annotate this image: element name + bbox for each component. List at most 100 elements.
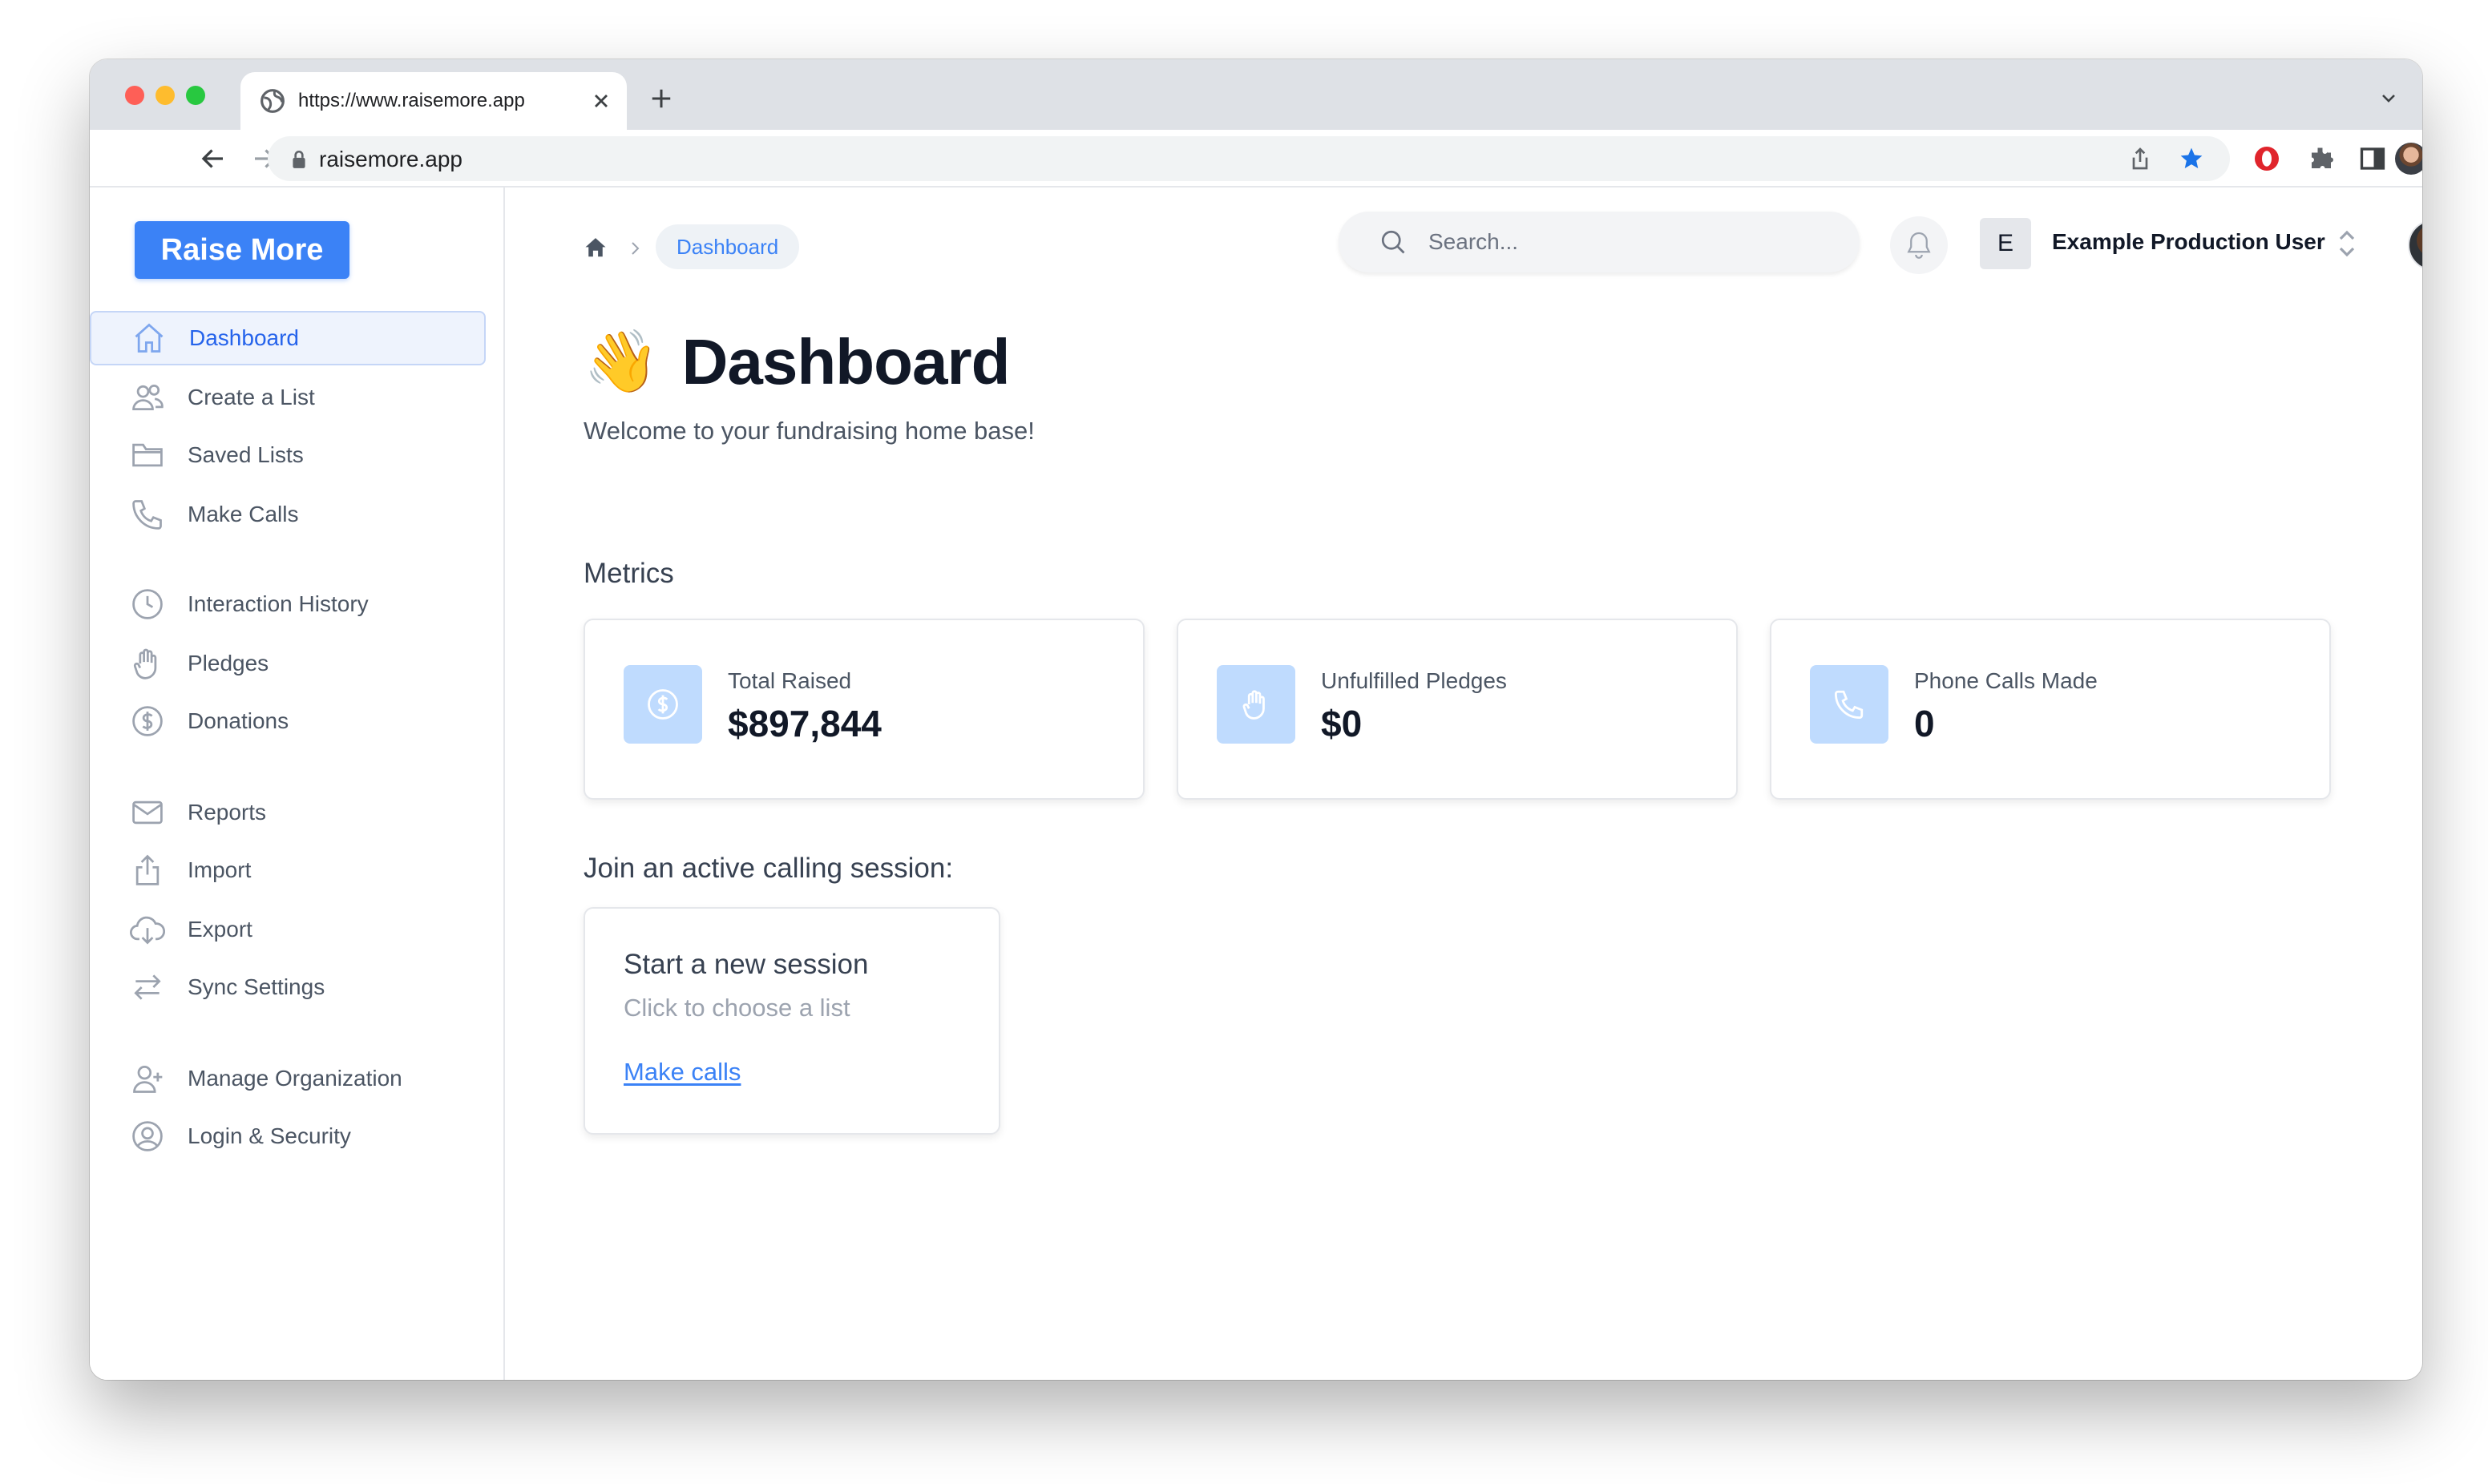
sidebar-item-label: Manage Organization	[188, 1066, 402, 1091]
users-icon	[132, 384, 164, 411]
tab-title: https://www.raisemore.app	[298, 90, 525, 111]
page-subtitle: Welcome to your fundraising home base!	[584, 417, 1035, 445]
lock-icon	[293, 150, 305, 168]
clock-icon	[132, 589, 163, 619]
sidebar-item-label: Reports	[188, 800, 267, 825]
sidebar-item-label: Dashboard	[189, 325, 299, 350]
sidebar-item-interaction-history[interactable]: Interaction History	[90, 577, 486, 631]
phone-icon	[1834, 690, 1864, 720]
metric-label: Total Raised	[728, 668, 852, 693]
notifications-button[interactable]	[1890, 216, 1948, 274]
chevron-right-icon	[632, 242, 640, 255]
metrics-heading: Metrics	[584, 558, 674, 589]
metric-icon-box	[1217, 665, 1295, 744]
dollar-circle-icon	[132, 706, 163, 736]
mail-icon	[132, 800, 163, 825]
sidebar-item-dashboard[interactable]: Dashboard	[90, 311, 486, 365]
sidebar-item-label: Import	[188, 857, 252, 882]
sidebar-item-label: Make Calls	[188, 502, 299, 526]
search-bar[interactable]	[1339, 212, 1860, 272]
org-switcher-name[interactable]: Example Production User	[2052, 229, 2325, 255]
user-plus-icon	[133, 1065, 163, 1093]
bookmark-star-icon[interactable]	[2179, 146, 2204, 171]
session-card-subtitle: Click to choose a list	[624, 994, 850, 1022]
breadcrumb-current[interactable]: Dashboard	[656, 224, 800, 269]
hand-icon	[1242, 690, 1265, 720]
sidebar-item-label: Donations	[188, 708, 289, 733]
sidebar-item-label: Interaction History	[188, 591, 369, 616]
browser-toolbar: raisemore.app	[90, 130, 2422, 188]
upload-icon	[135, 854, 160, 885]
chevron-up-down-icon[interactable]	[2337, 228, 2357, 260]
back-arrow-icon[interactable]	[199, 144, 228, 173]
metric-value: $897,844	[728, 703, 882, 744]
phone-icon	[132, 500, 162, 530]
side-panel-icon[interactable]	[2358, 144, 2387, 173]
maximize-window-button[interactable]	[186, 86, 205, 105]
sidebar-item-saved-lists[interactable]: Saved Lists	[90, 428, 486, 482]
sidebar-item-label: Export	[188, 917, 252, 942]
share-icon[interactable]	[2127, 146, 2153, 171]
bell-icon	[1907, 232, 1931, 259]
sidebar-item-label: Saved Lists	[188, 442, 304, 467]
download-icon	[130, 916, 165, 945]
metric-label: Unfulfilled Pledges	[1321, 668, 1507, 693]
tab-strip: https://www.raisemore.app	[90, 59, 2422, 130]
metric-card-total-raised: Total Raised $897,844	[584, 619, 1145, 800]
search-input[interactable]	[1428, 226, 1813, 258]
sidebar-item-make-calls[interactable]: Make Calls	[90, 487, 486, 542]
sidebar-item-label: Create a List	[188, 385, 315, 409]
user-avatar[interactable]	[2408, 220, 2422, 271]
sidebar-item-donations[interactable]: Donations	[90, 694, 486, 748]
sidebar-item-reports[interactable]: Reports	[90, 785, 486, 840]
sidebar-item-label: Pledges	[188, 651, 269, 675]
dollar-icon	[648, 689, 678, 720]
new-tab-icon[interactable]	[649, 87, 673, 111]
home-icon	[135, 323, 164, 353]
app-logo[interactable]: Raise More	[135, 221, 349, 279]
metric-value: $0	[1321, 703, 1363, 744]
sidebar-item-export[interactable]: Export	[90, 902, 486, 957]
page-title: 👋 Dashboard	[584, 322, 1010, 402]
address-text: raisemore.app	[319, 147, 462, 171]
org-initial-badge[interactable]: E	[1980, 218, 2031, 269]
new-session-card[interactable]: Start a new session Click to choose a li…	[584, 907, 1000, 1135]
puzzle-extensions-icon[interactable]	[2307, 144, 2336, 173]
sidebar-item-sync-settings[interactable]: Sync Settings	[90, 960, 486, 1014]
minimize-window-button[interactable]	[156, 86, 175, 105]
sidebar-item-create-list[interactable]: Create a List	[90, 370, 486, 425]
sidebar-item-login-security[interactable]: Login & Security	[90, 1109, 486, 1163]
metric-card-phone-calls: Phone Calls Made 0	[1770, 619, 2331, 800]
close-window-button[interactable]	[125, 86, 144, 105]
waving-hand-emoji: 👋	[584, 328, 660, 396]
browser-window: https://www.raisemore.app raisemore.app …	[90, 59, 2422, 1380]
folder-icon	[132, 443, 163, 467]
home-breadcrumb-icon[interactable]	[584, 236, 608, 260]
address-bar[interactable]: raisemore.app	[268, 136, 2230, 181]
sidebar-item-pledges[interactable]: Pledges	[90, 636, 486, 691]
arrows-swap-icon	[134, 974, 161, 1000]
sidebar: Raise More Dashboard Create a List Saved…	[90, 188, 505, 1380]
make-calls-link[interactable]: Make calls	[624, 1058, 741, 1087]
page-title-text: Dashboard	[681, 326, 1011, 397]
sidebar-item-label: Sync Settings	[188, 974, 325, 999]
sidebar-item-import[interactable]: Import	[90, 843, 486, 897]
metric-card-unfulfilled-pledges: Unfulfilled Pledges $0	[1177, 619, 1738, 800]
metric-icon-box	[624, 665, 702, 744]
opera-extension-icon[interactable]	[2252, 144, 2281, 173]
metric-icon-box	[1810, 665, 1888, 744]
search-icon	[1381, 230, 1405, 254]
browser-profile-avatar[interactable]	[2395, 143, 2422, 175]
sidebar-item-label: Login & Security	[188, 1123, 351, 1148]
session-heading: Join an active calling session:	[584, 853, 954, 884]
browser-tab[interactable]: https://www.raisemore.app	[240, 72, 627, 130]
hand-icon	[133, 648, 157, 679]
app-root: Raise More Dashboard Create a List Saved…	[90, 188, 2422, 1380]
user-circle-icon	[132, 1121, 163, 1151]
metric-label: Phone Calls Made	[1914, 668, 2098, 693]
main-content: Dashboard E Example Production User	[507, 188, 2422, 1380]
close-tab-icon[interactable]	[590, 90, 612, 112]
sidebar-item-manage-organization[interactable]: Manage Organization	[90, 1051, 486, 1106]
metric-value: 0	[1914, 703, 1935, 744]
chevron-down-icon[interactable]	[2377, 88, 2400, 107]
